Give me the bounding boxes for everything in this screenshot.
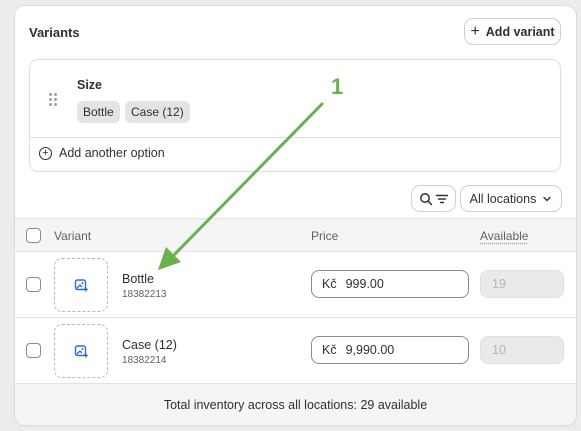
row-checkbox[interactable] (26, 343, 41, 358)
available-field: 19 (480, 270, 564, 298)
filter-icon (435, 194, 448, 203)
annotation-number: 1 (331, 74, 344, 99)
variant-image-upload[interactable] (54, 324, 108, 378)
variant-name[interactable]: Bottle (122, 272, 154, 286)
price-input[interactable]: Kč 9,990.00 (311, 336, 469, 364)
currency-prefix: Kč (322, 277, 337, 291)
inventory-total: Total inventory across all locations: 29… (15, 384, 576, 425)
add-variant-label: Add variant (485, 24, 555, 39)
option-value-chip: Bottle (77, 101, 120, 123)
option-group: Size Bottle Case (12) + Add another opti… (29, 59, 561, 172)
add-image-icon (74, 279, 88, 292)
option-value-chip: Case (12) (125, 101, 190, 123)
search-filter-button[interactable] (412, 186, 455, 211)
variant-name[interactable]: Case (12) (122, 338, 177, 352)
column-header-available: Available (480, 229, 529, 243)
column-header-price: Price (311, 229, 339, 243)
price-value: 999.00 (345, 277, 384, 291)
variant-image-upload[interactable] (54, 258, 108, 312)
chevron-down-icon (542, 194, 552, 204)
price-value: 9,990.00 (345, 343, 395, 357)
add-image-icon (74, 345, 88, 358)
plus-icon: + (470, 22, 480, 40)
column-header-variant: Variant (54, 229, 92, 243)
variant-sku: 18382213 (122, 289, 167, 300)
table-row: Bottle 18382213 Kč 999.00 19 (15, 252, 576, 318)
currency-prefix: Kč (322, 343, 337, 357)
variant-sku: 18382214 (122, 355, 167, 366)
row-checkbox[interactable] (26, 277, 41, 292)
select-all-checkbox[interactable] (26, 228, 41, 243)
available-field: 10 (480, 336, 564, 364)
option-name: Size (77, 78, 103, 92)
search-icon (419, 192, 432, 205)
drag-handle-icon[interactable] (49, 93, 57, 106)
location-select-value: All locations (469, 191, 537, 206)
add-another-option-button[interactable]: + Add another option (39, 146, 165, 160)
variants-card: Variants + Add variant Size Bottle Case … (15, 6, 576, 425)
divider (30, 137, 560, 138)
table-header: Variant Price Available (15, 218, 576, 252)
add-another-option-label: Add another option (59, 146, 165, 160)
circle-plus-icon: + (39, 146, 52, 160)
table-row: Case (12) 18382214 Kč 9,990.00 10 (15, 318, 576, 384)
price-input[interactable]: Kč 999.00 (311, 270, 469, 298)
card-title: Variants (29, 25, 80, 40)
location-select[interactable]: All locations (461, 186, 561, 211)
add-variant-button[interactable]: + Add variant (465, 19, 560, 44)
